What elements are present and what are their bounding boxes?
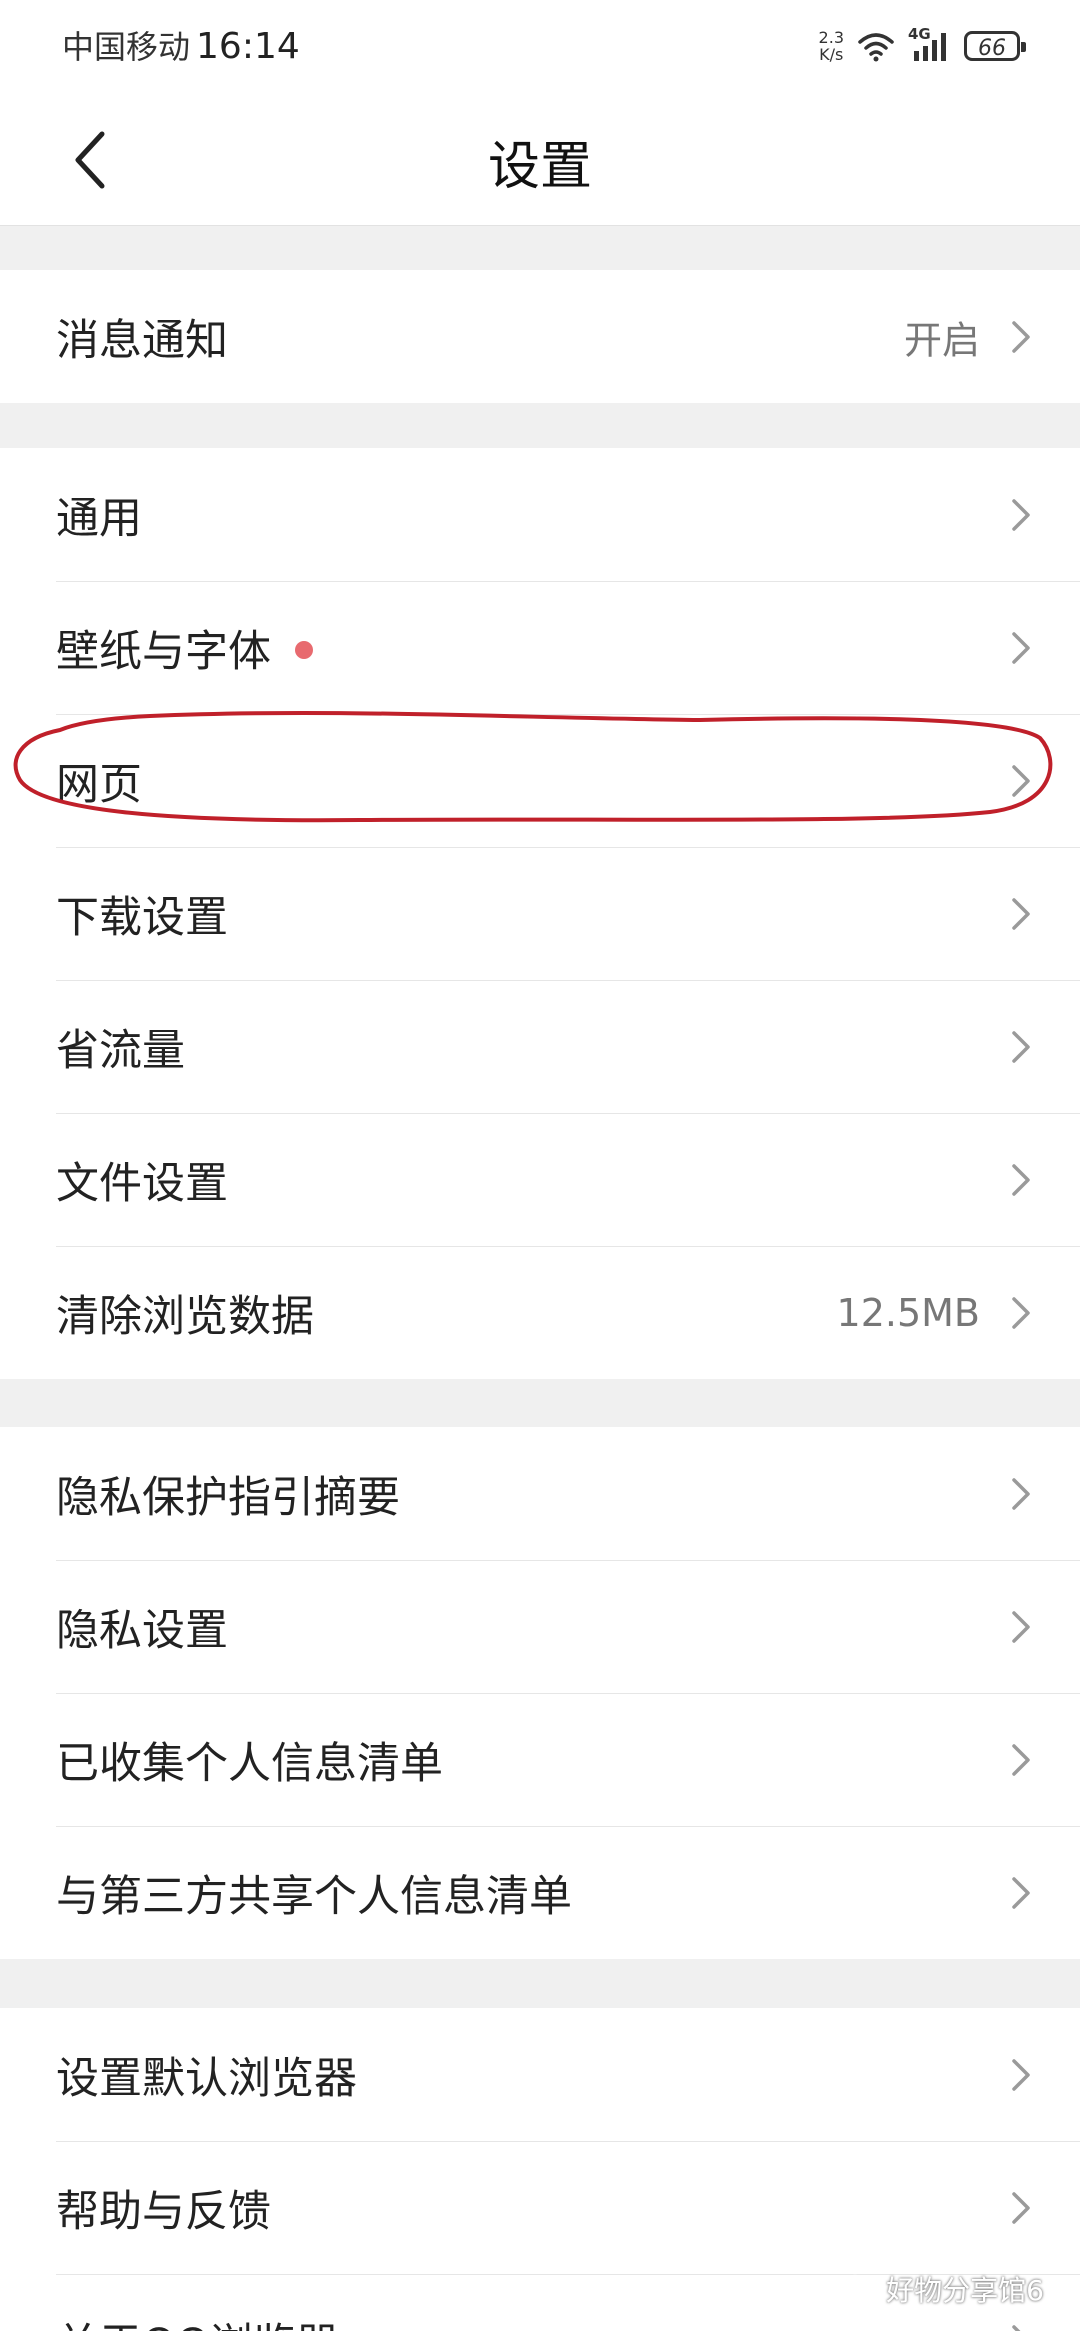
cellular-signal-icon: 4G: [908, 25, 952, 63]
settings-item-privacy-settings[interactable]: 隐私设置: [0, 1560, 1080, 1693]
settings-item-clear-browsing-data[interactable]: 清除浏览数据 12.5MB: [0, 1246, 1080, 1379]
settings-item-webpage[interactable]: 网页: [0, 714, 1080, 847]
nav-header: 设置: [0, 90, 1080, 226]
settings-item-label: 文件设置: [56, 1158, 228, 1209]
carrier-name: 中国移动: [62, 28, 191, 66]
settings-item-label: 设置默认浏览器: [56, 2053, 357, 2104]
watermark-text: 好物分享馆6: [886, 2274, 1044, 2307]
network-speed-value: 2.3: [818, 28, 844, 47]
chevron-right-icon: [1012, 1296, 1030, 1329]
chevron-right-icon: [1012, 1163, 1030, 1196]
settings-item-shared-info-list[interactable]: 与第三方共享个人信息清单: [0, 1826, 1080, 1959]
settings-group-privacy: 隐私保护指引摘要 隐私设置 已收集个人信息清单 与第三方共享个人信息清单: [0, 1427, 1080, 1959]
settings-group-general: 通用 壁纸与字体 网页 下载设置 省流量 文件设置 清除浏览数据 12.5MB: [0, 448, 1080, 1379]
status-bar: 中国移动 16:14 2.3 K/s 4G 66: [0, 0, 1080, 90]
battery-indicator: 66: [964, 31, 1026, 61]
settings-item-file[interactable]: 文件设置: [0, 1113, 1080, 1246]
chevron-right-icon: [1012, 1876, 1030, 1909]
settings-item-label: 帮助与反馈: [56, 2186, 271, 2237]
settings-item-label-text: 壁纸与字体: [56, 626, 271, 677]
settings-item-data-saver[interactable]: 省流量: [0, 980, 1080, 1113]
settings-item-label: 网页: [56, 759, 142, 810]
chevron-right-icon: [1012, 631, 1030, 664]
settings-item-default-browser[interactable]: 设置默认浏览器: [0, 2008, 1080, 2141]
settings-item-label: 清除浏览数据: [56, 1291, 314, 1342]
chevron-right-icon: [1012, 1477, 1030, 1510]
status-icons: 2.3 K/s 4G 66: [819, 24, 1026, 68]
clock: 16:14: [196, 26, 300, 67]
settings-item-message-notification[interactable]: 消息通知 开启: [0, 270, 1080, 403]
wifi-icon: [858, 33, 894, 62]
settings-item-general[interactable]: 通用: [0, 448, 1080, 581]
page-title: 设置: [487, 137, 592, 197]
chevron-right-icon: [1012, 2324, 1021, 2331]
chevron-right-icon: [1012, 897, 1030, 930]
settings-item-label: 与第三方共享个人信息清单: [56, 1871, 572, 1922]
settings-item-label: 省流量: [56, 1025, 185, 1076]
chevron-right-icon: [1012, 2058, 1030, 2091]
settings-item-label: 已收集个人信息清单: [56, 1738, 443, 1789]
settings-item-label: 通用: [56, 493, 142, 544]
chevron-right-icon: [1012, 1030, 1030, 1063]
settings-item-value: 开启: [903, 318, 980, 362]
chevron-right-icon: [1012, 1610, 1030, 1643]
settings-item-privacy-summary[interactable]: 隐私保护指引摘要: [0, 1427, 1080, 1560]
settings-item-label: 隐私保护指引摘要: [56, 1472, 400, 1523]
watermark: 好物分享馆6: [840, 2269, 1044, 2309]
new-badge-dot: [295, 641, 313, 659]
wechat-icon: [840, 2274, 879, 2303]
settings-item-label: 关于QQ浏览器: [56, 2310, 339, 2331]
chevron-right-icon: [1012, 320, 1030, 353]
settings-item-help-feedback[interactable]: 帮助与反馈: [0, 2141, 1080, 2274]
settings-item-wallpaper-font[interactable]: 壁纸与字体: [0, 581, 1080, 714]
chevron-right-icon: [1012, 2191, 1030, 2224]
settings-item-value: 12.5MB: [836, 1290, 980, 1335]
settings-item-label: 消息通知: [56, 315, 228, 366]
settings-group-notifications: 消息通知 开启: [0, 270, 1080, 403]
settings-item-label: 下载设置: [56, 892, 228, 943]
settings-item-download[interactable]: 下载设置: [0, 847, 1080, 980]
settings-item-collected-info-list[interactable]: 已收集个人信息清单: [0, 1693, 1080, 1826]
carrier-info: 中国移动 16:14: [62, 22, 300, 68]
chevron-right-icon: [1012, 498, 1030, 531]
chevron-right-icon: [1012, 764, 1030, 797]
chevron-right-icon: [1012, 1743, 1030, 1776]
settings-item-label: 壁纸与字体: [56, 617, 313, 679]
settings-item-label: 隐私设置: [56, 1605, 228, 1656]
network-speed: 2.3 K/s: [819, 29, 844, 63]
network-speed-unit: K/s: [819, 45, 844, 64]
